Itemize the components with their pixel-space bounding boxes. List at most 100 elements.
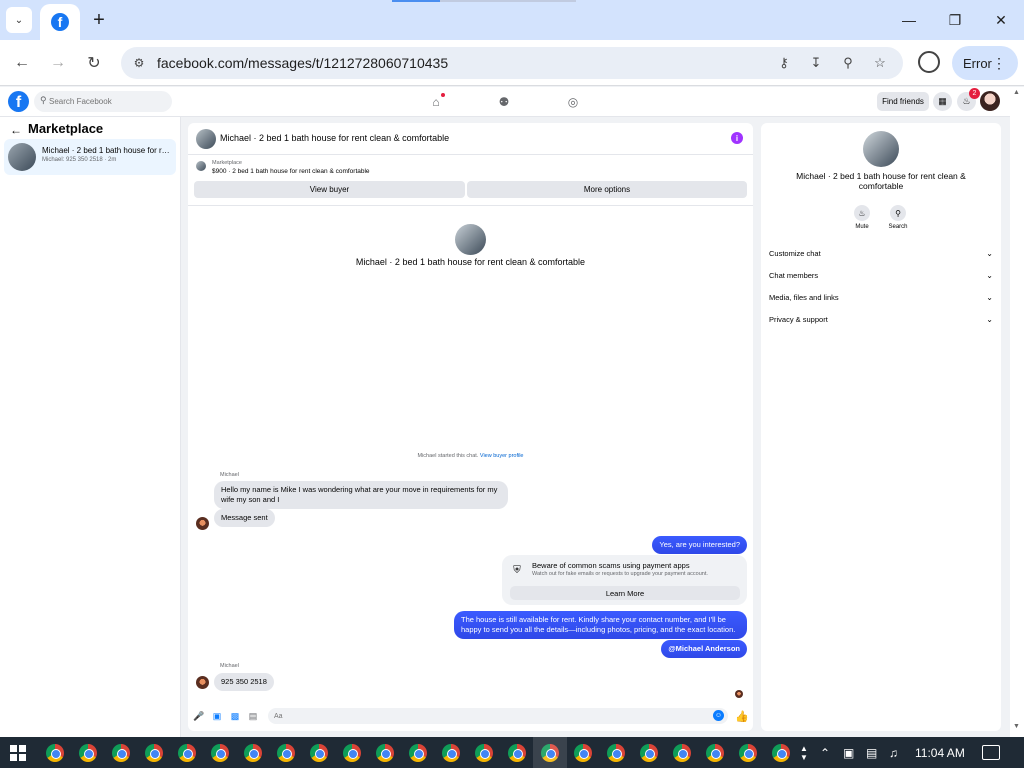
home-notification-dot (441, 93, 445, 97)
more-options-button[interactable]: More options (467, 181, 747, 198)
new-tab-button[interactable]: + (88, 9, 110, 31)
taskbar-chrome-icon-active[interactable] (533, 737, 567, 768)
address-bar[interactable]: ⚙ facebook.com/messages/t/12127280607104… (121, 47, 903, 79)
camera-icon[interactable]: ▣ (843, 744, 854, 762)
privacy-support-section[interactable]: Privacy & support ⌄ (769, 315, 993, 329)
taskbar-chrome-icon[interactable] (442, 744, 460, 762)
menu-dots-icon[interactable]: ⋮ (992, 54, 1006, 72)
scroll-up-icon[interactable]: ▲ (1013, 89, 1020, 96)
facebook-search-input[interactable] (49, 94, 167, 109)
chat-started-text: Michael started this chat. (417, 453, 479, 459)
view-buyer-button[interactable]: View buyer (194, 181, 465, 198)
listing-thumbnail (196, 161, 206, 171)
message-input-wrapper[interactable]: ☺ (268, 708, 728, 724)
profile-icon[interactable] (918, 51, 940, 73)
friends-nav-button[interactable]: ⚉ (495, 93, 513, 111)
site-info-icon[interactable]: ⚙ (129, 53, 149, 73)
network-icon[interactable]: ▤ (866, 744, 877, 762)
forward-button[interactable]: → (46, 51, 70, 75)
search-action[interactable]: ⚲ Search (883, 205, 913, 230)
tray-overflow-icon[interactable]: ⌃ (820, 744, 830, 762)
taskbar-chrome-icon[interactable] (178, 744, 196, 762)
groups-nav-button[interactable]: ◎ (564, 93, 582, 111)
listing-price-title[interactable]: $900 · 2 bed 1 bath house for rent clean… (212, 168, 370, 175)
browser-tab-facebook[interactable]: f (40, 4, 80, 40)
scroll-down-icon[interactable]: ▼ (1013, 723, 1020, 730)
taskbar-chrome-icon[interactable] (376, 744, 394, 762)
bookmark-star-icon[interactable]: ☆ (870, 53, 890, 73)
taskbar-chrome-icon[interactable] (112, 744, 130, 762)
back-button[interactable]: ← (10, 51, 34, 75)
media-files-links-section[interactable]: Media, files and links ⌄ (769, 293, 993, 307)
sender-avatar[interactable] (196, 517, 209, 530)
address-url[interactable]: facebook.com/messages/t/1212728060710435 (157, 55, 448, 71)
marketplace-listing-bar: Marketplace $900 · 2 bed 1 bath house fo… (188, 156, 753, 206)
section-label: Chat members (769, 271, 819, 280)
customize-chat-section[interactable]: Customize chat ⌄ (769, 249, 993, 263)
bell-icon: ♨ (854, 205, 870, 221)
taskbar-chrome-icon[interactable] (145, 744, 163, 762)
facebook-tab-icon: f (51, 13, 69, 31)
taskbar-chrome-icon[interactable] (343, 744, 361, 762)
taskbar-chrome-icon[interactable] (79, 744, 97, 762)
chevron-down-icon: ⌄ (986, 249, 993, 258)
chat-header-title[interactable]: Michael · 2 bed 1 bath house for rent cl… (220, 133, 449, 143)
password-key-icon[interactable]: ⚷ (774, 53, 794, 73)
sticker-icon[interactable]: ▩ (229, 710, 241, 722)
mute-action[interactable]: ♨ Mute (847, 205, 877, 230)
install-app-icon[interactable]: ↧ (806, 53, 826, 73)
taskbar-chrome-icon[interactable] (409, 744, 427, 762)
taskbar-clock[interactable]: 11:04 AM (915, 746, 965, 760)
chevron-down-icon: ⌄ (14, 14, 24, 26)
reload-button[interactable]: ↻ (82, 51, 106, 75)
taskbar-chrome-icon[interactable] (640, 744, 658, 762)
close-window-button[interactable]: ✕ (978, 6, 1024, 34)
minimize-button[interactable]: — (886, 6, 932, 34)
taskbar-chrome-icon[interactable] (739, 744, 757, 762)
restore-button[interactable]: ❐ (932, 6, 978, 34)
windows-start-button[interactable] (10, 745, 26, 761)
find-friends-button[interactable]: Find friends (877, 92, 929, 111)
microphone-icon[interactable]: 🎤 (193, 710, 205, 722)
taskbar-chrome-icon[interactable] (706, 744, 724, 762)
zoom-icon[interactable]: ⚲ (838, 53, 858, 73)
message-input[interactable] (274, 710, 704, 722)
emoji-icon[interactable]: ☺ (713, 710, 724, 721)
taskbar-chrome-icon[interactable] (673, 744, 691, 762)
photo-icon[interactable]: ▣ (211, 710, 223, 722)
taskbar-chrome-icon[interactable] (574, 744, 592, 762)
taskbar-chrome-icon[interactable] (772, 744, 790, 762)
message-composer: 🎤 ▣ ▩ ▤ ☺ 👍 (188, 705, 753, 729)
chevron-down-icon: ⌄ (986, 293, 993, 302)
taskbar-chrome-icon[interactable] (475, 744, 493, 762)
account-avatar[interactable] (980, 91, 1000, 111)
thumbs-up-icon[interactable]: 👍 (735, 710, 749, 723)
home-nav-button[interactable]: ⌂ (427, 93, 445, 111)
sender-avatar[interactable] (196, 676, 209, 689)
notification-center-icon[interactable] (982, 745, 1000, 760)
notification-badge: 2 (969, 88, 980, 99)
taskbar-chrome-icon[interactable] (310, 744, 328, 762)
learn-more-button[interactable]: Learn More (510, 586, 740, 600)
taskbar-chrome-icon[interactable] (211, 744, 229, 762)
facebook-logo[interactable]: f (8, 91, 29, 112)
page-scrollbar[interactable]: ▲ ▼ (1010, 87, 1024, 737)
tab-search-button[interactable]: ⌄ (6, 7, 32, 33)
view-buyer-profile-link[interactable]: View buyer profile (480, 453, 524, 459)
taskbar-chrome-icon[interactable] (607, 744, 625, 762)
info-icon[interactable]: i (731, 132, 743, 144)
profile-error-button[interactable]: Error ⋮ (952, 46, 1018, 80)
taskbar-chrome-icon[interactable] (508, 744, 526, 762)
conversation-list-item[interactable]: Michael · 2 bed 1 bath house for rent cl… (4, 139, 176, 175)
taskbar-chrome-icon[interactable] (46, 744, 64, 762)
facebook-search[interactable]: ⚲ (34, 91, 172, 112)
taskbar-chrome-icon[interactable] (244, 744, 262, 762)
taskbar-scroll[interactable]: ▲ ▼ (800, 744, 808, 762)
chat-header-avatar[interactable] (196, 129, 216, 149)
back-arrow-icon[interactable]: ← (10, 123, 22, 137)
volume-icon[interactable]: ♫ (889, 744, 898, 762)
gif-icon[interactable]: ▤ (247, 710, 259, 722)
chat-members-section[interactable]: Chat members ⌄ (769, 271, 993, 285)
menu-grid-button[interactable]: ▦ (933, 92, 952, 111)
taskbar-chrome-icon[interactable] (277, 744, 295, 762)
